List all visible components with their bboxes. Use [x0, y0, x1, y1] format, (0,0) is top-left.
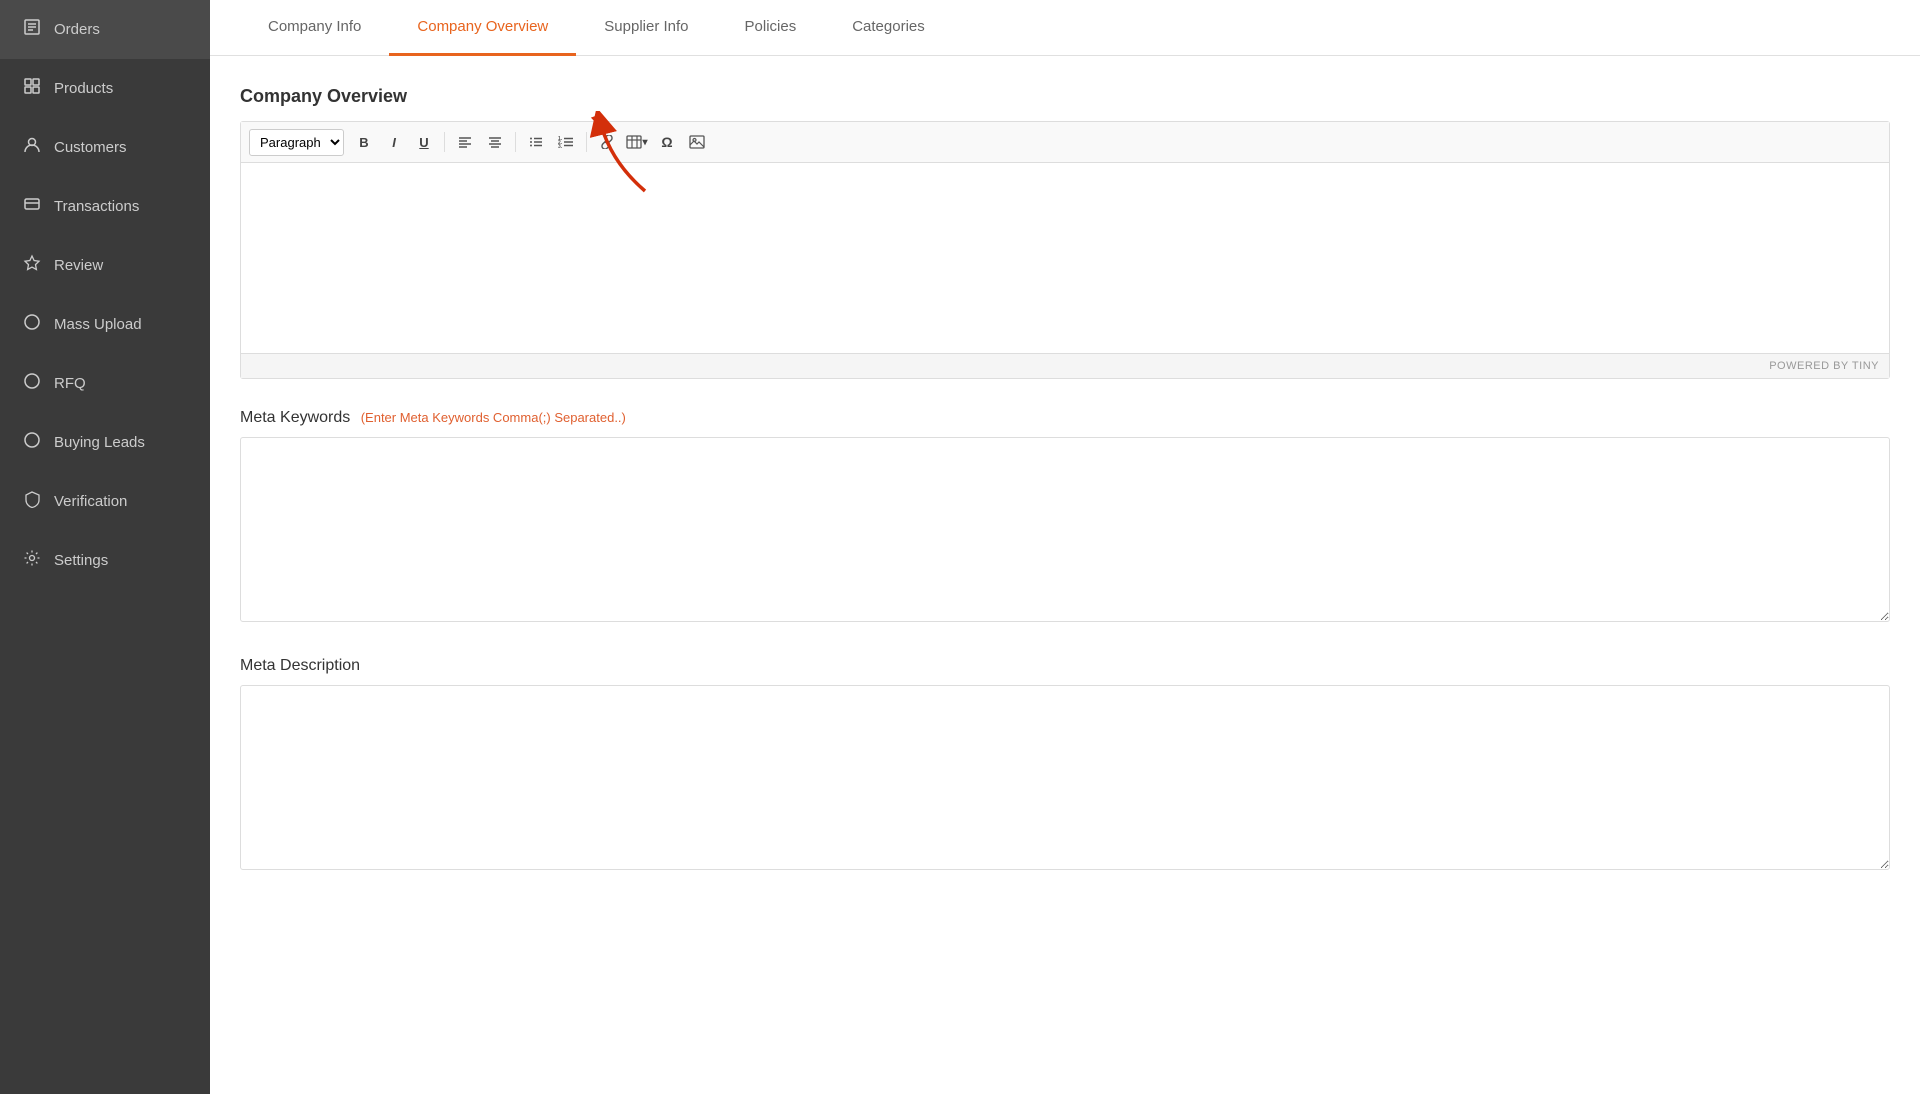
- products-icon: [22, 77, 42, 100]
- sidebar-transactions-label: Transactions: [54, 198, 139, 215]
- table-button[interactable]: ▾: [623, 128, 651, 156]
- tab-categories[interactable]: Categories: [824, 0, 953, 56]
- verification-icon: [22, 490, 42, 513]
- sidebar-rfq-label: RFQ: [54, 375, 86, 392]
- sidebar-item-buying-leads[interactable]: Buying Leads: [0, 413, 210, 472]
- tab-supplier-info[interactable]: Supplier Info: [576, 0, 716, 56]
- tab-navigation: Company Info Company Overview Supplier I…: [210, 0, 1920, 56]
- sidebar-item-orders[interactable]: Orders: [0, 0, 210, 59]
- toolbar-divider-3: [586, 132, 587, 152]
- svg-text:3.: 3.: [558, 144, 563, 149]
- editor-body[interactable]: [241, 163, 1889, 353]
- orders-icon: [22, 18, 42, 41]
- editor-footer: POWERED BY TINY: [241, 353, 1889, 378]
- tab-company-overview[interactable]: Company Overview: [389, 0, 576, 56]
- sidebar-item-review[interactable]: Review: [0, 236, 210, 295]
- sidebar-item-transactions[interactable]: Transactions: [0, 177, 210, 236]
- bullet-list-button[interactable]: [522, 128, 550, 156]
- settings-icon: [22, 549, 42, 572]
- sidebar-review-label: Review: [54, 257, 103, 274]
- review-icon: [22, 254, 42, 277]
- sidebar: Orders Products Customers Transactions R…: [0, 0, 210, 1094]
- content-area: Company Overview Paragraph: [210, 56, 1920, 1094]
- meta-description-section: Meta Description: [240, 657, 1890, 875]
- rich-text-editor: Paragraph B I U: [240, 121, 1890, 379]
- editor-area-wrapper: Paragraph B I U: [240, 121, 1890, 379]
- tab-company-info[interactable]: Company Info: [240, 0, 389, 56]
- transactions-icon: [22, 195, 42, 218]
- special-char-button[interactable]: Ω: [653, 128, 681, 156]
- align-center-button[interactable]: [481, 128, 509, 156]
- sidebar-item-settings[interactable]: Settings: [0, 531, 210, 590]
- meta-keywords-hint: (Enter Meta Keywords Comma(;) Separated.…: [361, 410, 626, 425]
- page-title: Company Overview: [240, 86, 1890, 107]
- image-button[interactable]: [683, 128, 711, 156]
- toolbar-divider-2: [515, 132, 516, 152]
- editor-toolbar: Paragraph B I U: [241, 122, 1889, 163]
- sidebar-item-customers[interactable]: Customers: [0, 118, 210, 177]
- sidebar-item-products[interactable]: Products: [0, 59, 210, 118]
- buying-leads-icon: [22, 431, 42, 454]
- bold-button[interactable]: B: [350, 128, 378, 156]
- rfq-icon: [22, 372, 42, 395]
- align-left-button[interactable]: [451, 128, 479, 156]
- meta-description-label: Meta Description: [240, 657, 1890, 675]
- sidebar-mass-upload-label: Mass Upload: [54, 316, 142, 333]
- meta-keywords-textarea[interactable]: [240, 437, 1890, 622]
- mass-upload-icon: [22, 313, 42, 336]
- sidebar-item-mass-upload[interactable]: Mass Upload: [0, 295, 210, 354]
- customers-icon: [22, 136, 42, 159]
- sidebar-settings-label: Settings: [54, 552, 108, 569]
- toolbar-divider-1: [444, 132, 445, 152]
- link-button[interactable]: [593, 128, 621, 156]
- paragraph-style-select[interactable]: Paragraph: [249, 129, 344, 156]
- numbered-list-button[interactable]: 1.2.3.: [552, 128, 580, 156]
- meta-keywords-section: Meta Keywords (Enter Meta Keywords Comma…: [240, 409, 1890, 627]
- italic-button[interactable]: I: [380, 128, 408, 156]
- sidebar-customers-label: Customers: [54, 139, 127, 156]
- tab-policies[interactable]: Policies: [717, 0, 825, 56]
- sidebar-verification-label: Verification: [54, 493, 127, 510]
- sidebar-products-label: Products: [54, 80, 113, 97]
- main-content: Company Info Company Overview Supplier I…: [210, 0, 1920, 1094]
- underline-button[interactable]: U: [410, 128, 438, 156]
- sidebar-item-rfq[interactable]: RFQ: [0, 354, 210, 413]
- meta-keywords-label: Meta Keywords (Enter Meta Keywords Comma…: [240, 409, 1890, 427]
- sidebar-orders-label: Orders: [54, 21, 100, 38]
- sidebar-buying-leads-label: Buying Leads: [54, 434, 145, 451]
- meta-description-textarea[interactable]: [240, 685, 1890, 870]
- sidebar-item-verification[interactable]: Verification: [0, 472, 210, 531]
